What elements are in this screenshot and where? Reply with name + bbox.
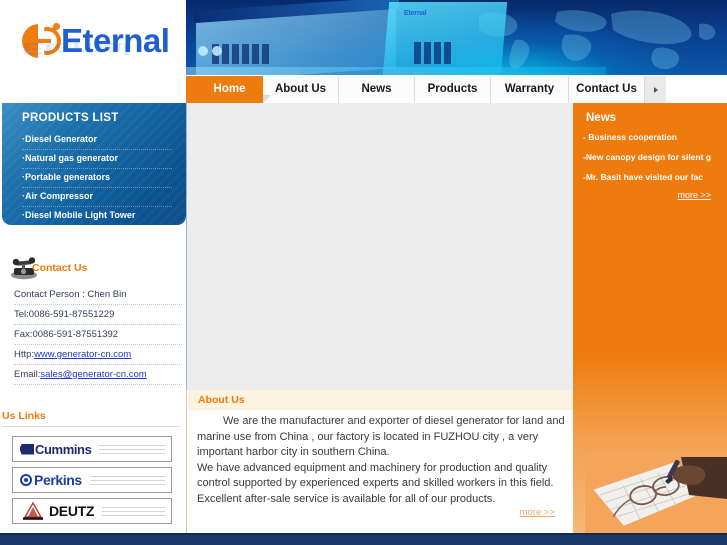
perkins-label: Perkins [34,472,82,488]
email-link[interactable]: sales@generator-cn.com [40,369,146,380]
link-placeholder-lines [82,473,171,488]
news-more-link[interactable]: more >> [677,190,711,200]
site-header: Eternal Eternal Eternal [0,0,727,100]
contact-fax-row: Fax:0086-591-87551392 [14,325,182,345]
products-list-panel: PRODUCTS LIST ·Diesel Generator ·Natural… [2,103,186,225]
nav-item-home[interactable]: Home [196,76,263,103]
product-item-natural-gas-generator[interactable]: ·Natural gas generator [22,150,172,169]
contact-person-row: Contact Person : Chen Bin [14,285,182,305]
news-item-2[interactable]: -New canopy design for silent g [583,152,723,163]
us-links-title: Us Links [2,410,46,422]
about-us-header: About Us [188,390,574,410]
content-left-border [186,103,187,390]
lamp-graphic [212,46,222,56]
logo-accent-dot-icon [52,22,61,31]
left-sidebar: PRODUCTS LIST ·Diesel Generator ·Natural… [0,103,186,545]
us-links-divider [2,426,180,427]
banner-building-logo: Eternal [404,10,427,17]
cummins-logo-icon: Cummins [13,441,92,457]
news-item-3[interactable]: -Mr. Basit have visited our fac [583,172,723,183]
deutz-mark-graphic [23,502,43,520]
nav-left-tail [186,76,196,103]
about-paragraph-2: We have advanced equipment and machinery… [197,461,554,505]
banner-ground [186,67,606,75]
about-us-panel: About Us We are the manufacturer and exp… [186,390,574,533]
main-content-area [186,103,573,390]
deutz-logo-icon: DEUTZ [13,502,94,520]
product-item-portable-generators[interactable]: ·Portable generators [22,169,172,188]
desk-writing-photo [585,451,727,533]
about-more-link[interactable]: more >> [520,507,555,518]
partner-link-perkins[interactable]: Perkins [12,467,172,493]
link-placeholder-lines [94,504,171,519]
page-root: Eternal Eternal Eternal Home About Us Ne… [0,0,727,545]
about-us-body: We are the manufacturer and exporter of … [197,414,565,507]
lamp-graphic [198,46,208,56]
contact-email-row: Email:sales@generator-cn.com [14,365,182,385]
news-title: News [586,112,617,124]
about-us-title: About Us [198,394,245,406]
partner-link-cummins[interactable]: Cummins [12,436,172,462]
nav-more-arrow-icon[interactable] [645,76,666,103]
contact-details-list: Contact Person : Chen Bin Tel:0086-591-8… [14,285,182,385]
logo-area[interactable]: Eternal Eternal [0,0,186,100]
nav-item-warranty[interactable]: Warranty [491,76,569,103]
contact-tel-row: Tel:0086-591-87551229 [14,305,182,325]
product-item-diesel-mobile-light-tower[interactable]: ·Diesel Mobile Light Tower [22,207,172,225]
nav-item-contact-us[interactable]: Contact Us [569,76,645,103]
email-label: Email: [14,369,41,380]
contact-us-title: Contact Us [32,262,88,274]
nav-item-news[interactable]: News [339,76,415,103]
news-item-1[interactable]: - Business cooperation [583,132,723,143]
header-banner-image: Eternal [186,0,727,75]
products-list-title: PRODUCTS LIST [22,112,119,124]
window-row [414,42,451,64]
nav-item-about-us[interactable]: About Us [263,76,339,103]
logo-wordmark: Eternal [61,22,170,59]
link-placeholder-lines [91,442,171,457]
product-item-diesel-generator[interactable]: ·Diesel Generator [22,131,172,150]
right-column: News - Business cooperation -New canopy … [573,103,727,533]
nav-item-products[interactable]: Products [415,76,491,103]
product-item-air-compressor[interactable]: ·Air Compressor [22,188,172,207]
contact-website-row: Http:www.generator-cn.com [14,345,182,365]
website-label: Http: [14,349,35,360]
deutz-label: DEUTZ [49,503,95,519]
footer-top-strip [0,533,727,535]
website-link[interactable]: www.generator-cn.com [34,349,131,360]
factory-annex-graphic [382,2,508,75]
about-paragraph-1: We are the manufacturer and exporter of … [197,415,565,458]
perkins-logo-icon: Perkins [13,472,82,488]
partner-link-deutz[interactable]: DEUTZ [12,498,172,524]
eternal-e-mark-icon [22,24,61,58]
cummins-label: Cummins [35,441,92,457]
